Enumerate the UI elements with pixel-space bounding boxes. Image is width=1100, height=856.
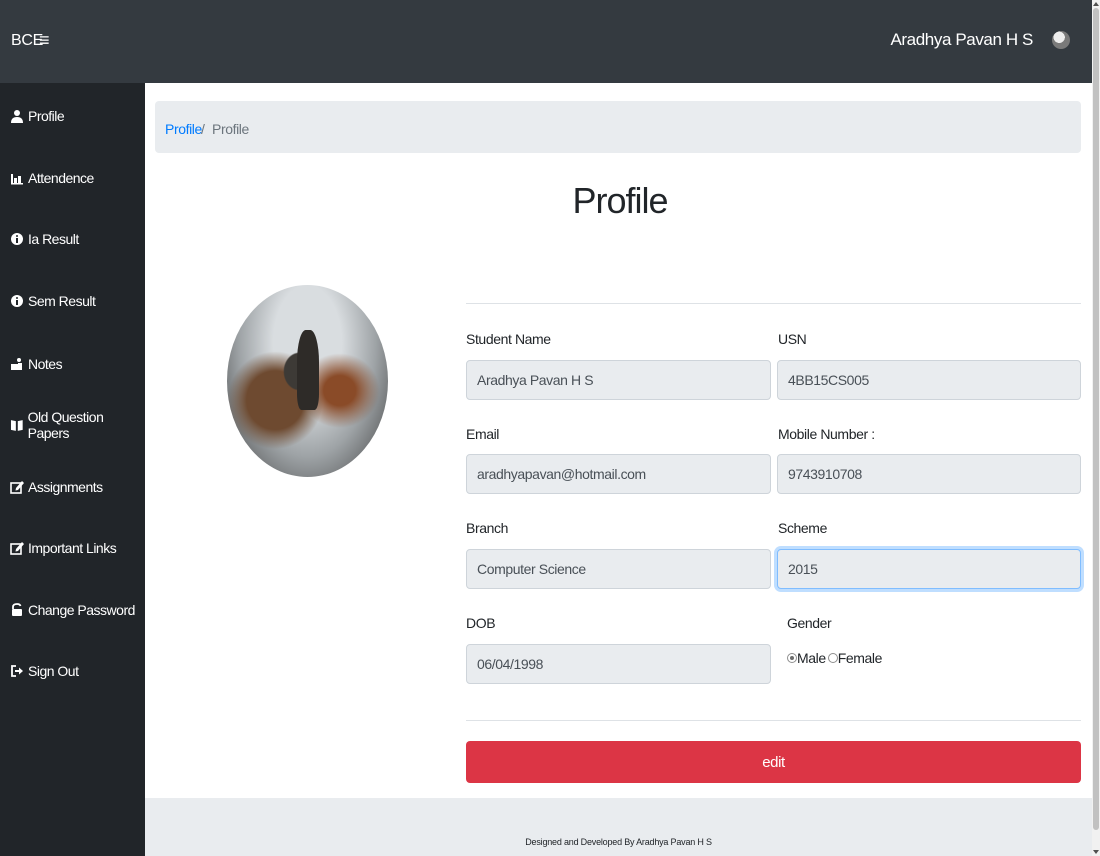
sidebar-item-label: Assignments — [28, 479, 103, 495]
sidebar-item-sem-result[interactable]: Sem Result — [10, 289, 96, 313]
scheme-field[interactable] — [777, 549, 1081, 589]
sidebar-item-label: Notes — [28, 356, 63, 372]
dob-field[interactable] — [466, 644, 771, 684]
profile-picture — [227, 285, 388, 477]
scheme-label: Scheme — [778, 520, 827, 536]
sidebar-item-label: Ia Result — [28, 231, 79, 247]
scroll-up-arrow-icon[interactable] — [1093, 2, 1099, 6]
menu-toggle-icon[interactable]: ≡ — [39, 30, 50, 51]
email-label: Email — [466, 426, 500, 442]
scrollbar-thumb[interactable] — [1093, 8, 1099, 830]
sidebar-item-ia-result[interactable]: Ia Result — [10, 227, 79, 251]
branch-label: Branch — [466, 520, 508, 536]
edit-button[interactable]: edit — [466, 741, 1081, 783]
scroll-down-arrow-icon[interactable] — [1093, 850, 1099, 854]
sidebar-item-label: Profile — [28, 108, 65, 124]
gender-male-radio[interactable] — [787, 653, 797, 663]
sidebar: Profile Attendence Ia Result Sem Result … — [0, 83, 145, 856]
info-icon — [11, 233, 23, 245]
email-field[interactable] — [466, 454, 771, 494]
gender-male-label: Male — [797, 650, 826, 666]
sidebar-item-important-links[interactable]: Important Links — [10, 536, 117, 560]
top-navbar: BCE ≡ Aradhya Pavan H S — [0, 0, 1092, 83]
edit-icon — [10, 542, 24, 555]
gender-radio-group: Male Female — [787, 650, 882, 666]
signout-icon — [11, 665, 23, 677]
sidebar-item-assignments[interactable]: Assignments — [10, 475, 103, 499]
form-top-divider — [466, 303, 1081, 304]
sidebar-item-attendence[interactable]: Attendence — [10, 166, 94, 190]
page-title: Profile — [572, 180, 668, 221]
breadcrumb-separator: / — [201, 121, 205, 137]
sidebar-item-old-question-papers[interactable]: Old Question Papers — [10, 409, 145, 441]
form-bottom-divider — [466, 720, 1081, 721]
page-scrollbar[interactable] — [1092, 0, 1100, 856]
mobile-number-field[interactable] — [777, 454, 1081, 494]
dob-label: DOB — [466, 615, 496, 631]
sidebar-item-label: Important Links — [28, 540, 117, 556]
sidebar-item-label: Old Question Papers — [27, 409, 104, 441]
footer-credit: Designed and Developed By Aradhya Pavan … — [525, 837, 712, 847]
reader-icon — [11, 358, 22, 370]
breadcrumb-link-profile[interactable]: Profile — [165, 121, 202, 137]
edit-icon — [10, 481, 24, 494]
user-icon — [11, 110, 23, 123]
breadcrumb-current: Profile — [212, 121, 249, 137]
sidebar-item-label: Attendence — [28, 170, 94, 186]
gender-label: Gender — [787, 615, 832, 631]
book-icon — [10, 420, 23, 431]
student-name-field[interactable] — [466, 360, 771, 400]
sidebar-item-notes[interactable]: Notes — [10, 352, 63, 376]
branch-field[interactable] — [466, 549, 771, 589]
lock-icon — [12, 603, 22, 616]
profile-figure-shape — [297, 330, 319, 410]
username[interactable]: Aradhya Pavan H S — [890, 30, 1033, 50]
sidebar-item-sign-out[interactable]: Sign Out — [10, 659, 79, 683]
sidebar-item-change-password[interactable]: Change Password — [10, 598, 135, 622]
sidebar-item-label: Sem Result — [28, 293, 96, 309]
usn-label: USN — [778, 331, 807, 347]
info-icon — [11, 295, 23, 307]
usn-field[interactable] — [777, 360, 1081, 400]
student-name-label: Student Name — [466, 331, 551, 347]
gender-female-radio[interactable] — [827, 653, 838, 663]
breadcrumb: Profile / Profile — [155, 101, 1081, 153]
user-avatar[interactable] — [1052, 31, 1070, 49]
mobile-number-label: Mobile Number : — [778, 426, 875, 442]
sidebar-item-label: Sign Out — [28, 663, 79, 679]
chart-icon — [11, 174, 23, 185]
sidebar-item-label: Change Password — [28, 602, 135, 618]
sidebar-item-profile[interactable]: Profile — [10, 104, 65, 128]
footer: Designed and Developed By Aradhya Pavan … — [145, 798, 1092, 856]
gender-female-label: Female — [837, 650, 883, 666]
